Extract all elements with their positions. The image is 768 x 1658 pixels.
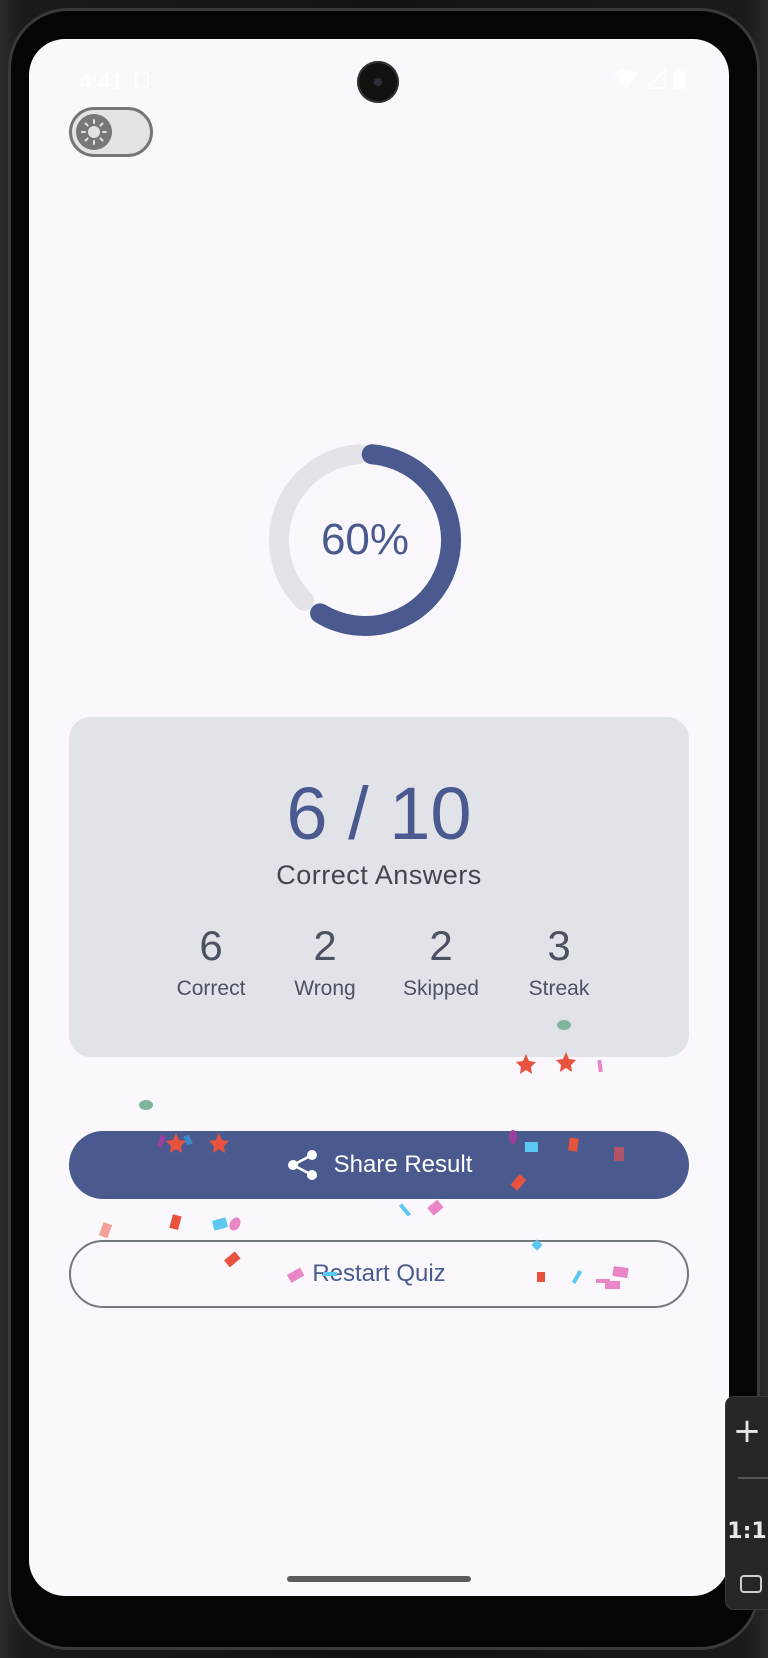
score-card: 6 / 10 Correct Answers 6 Correct 2 Wrong… bbox=[69, 717, 689, 1057]
signal-icon bbox=[646, 69, 666, 89]
stat-value: 6 bbox=[199, 922, 223, 969]
stat-skipped: 2 Skipped bbox=[376, 925, 506, 1001]
share-result-button[interactable]: Share Result bbox=[69, 1131, 689, 1199]
device-frame: 4:41 60% 6 / 10 Correct Answers 6 Correc… bbox=[0, 0, 768, 1658]
zoom-level[interactable]: 1:1 bbox=[726, 1519, 768, 1544]
restart-quiz-button[interactable]: Restart Quiz bbox=[69, 1240, 689, 1308]
stat-correct: 6 Correct bbox=[146, 925, 276, 1001]
wifi-icon bbox=[614, 69, 638, 88]
status-time: 4:41 bbox=[79, 69, 124, 94]
theme-toggle-switch[interactable] bbox=[69, 107, 153, 157]
sim-card-icon bbox=[135, 72, 149, 88]
front-camera bbox=[357, 61, 399, 103]
score-progress-ring: 60% bbox=[261, 436, 469, 644]
zoom-in-button[interactable]: + bbox=[726, 1411, 768, 1451]
stat-value: 2 bbox=[313, 922, 337, 969]
score-fraction: 6 / 10 bbox=[286, 772, 472, 855]
stat-label: Skipped bbox=[403, 977, 479, 1000]
share-result-label: Share Result bbox=[333, 1151, 473, 1178]
zoom-out-button[interactable] bbox=[738, 1477, 768, 1479]
emulator-toolbar: + 1:1 bbox=[726, 1397, 768, 1609]
stat-label: Streak bbox=[528, 977, 590, 1000]
stat-wrong: 2 Wrong bbox=[260, 925, 390, 1001]
score-caption: Correct Answers bbox=[276, 860, 482, 890]
sun-icon bbox=[81, 119, 107, 145]
share-icon bbox=[287, 1150, 317, 1180]
theme-toggle-thumb bbox=[76, 114, 112, 150]
restart-quiz-label: Restart Quiz bbox=[312, 1260, 446, 1287]
fit-screen-icon[interactable] bbox=[740, 1575, 762, 1593]
stat-label: Correct bbox=[176, 977, 246, 1000]
status-icons bbox=[614, 69, 685, 89]
stat-label: Wrong bbox=[294, 977, 356, 1000]
stat-value: 3 bbox=[547, 922, 571, 969]
stat-streak: 3 Streak bbox=[494, 925, 624, 1001]
stat-value: 2 bbox=[429, 922, 453, 969]
progress-percent: 60% bbox=[320, 515, 410, 564]
phone-screen: 4:41 60% 6 / 10 Correct Answers 6 Correc… bbox=[29, 39, 729, 1596]
battery-icon bbox=[674, 69, 685, 89]
home-indicator[interactable] bbox=[287, 1576, 471, 1582]
